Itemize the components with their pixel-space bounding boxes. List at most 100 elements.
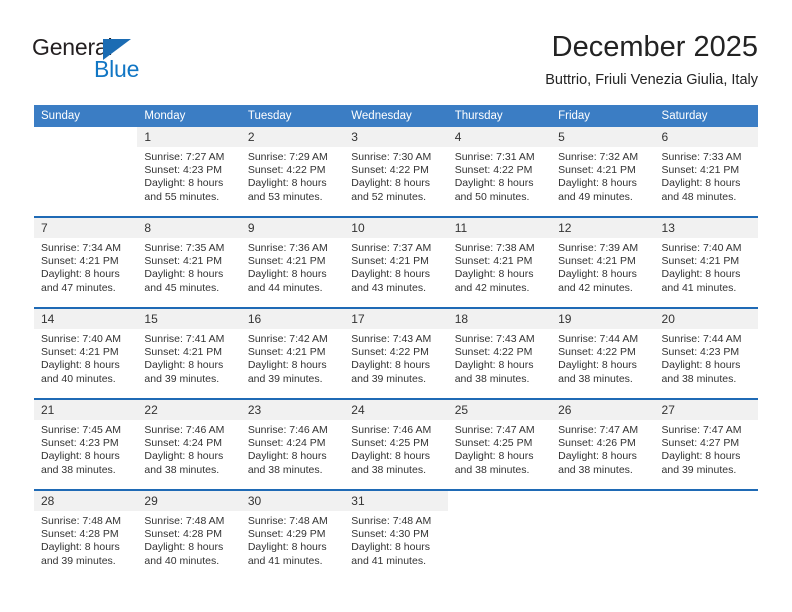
- day-detail-cell[interactable]: Sunrise: 7:38 AM Sunset: 4:21 PM Daylight:…: [447, 238, 552, 307]
- day-detail-line: Sunset: 4:21 PM: [41, 346, 119, 359]
- day-detail-cell[interactable]: Sunrise: 7:43 AM Sunset: 4:22 PM Daylight:…: [447, 329, 552, 398]
- day-detail-cell[interactable]: Sunrise: 7:30 AM Sunset: 4:22 PM Daylight:…: [344, 147, 448, 216]
- day-detail-cell[interactable]: Sunrise: 7:31 AM Sunset: 4:22 PM Daylight:…: [447, 147, 552, 216]
- day-number-cell[interactable]: 7: [34, 218, 138, 238]
- day-number-cell[interactable]: 3: [344, 127, 448, 147]
- day-number-cell[interactable]: 22: [137, 400, 241, 420]
- day-detail-cell[interactable]: Sunrise: 7:48 AM Sunset: 4:30 PM Daylight:…: [344, 511, 448, 580]
- day-number-cell[interactable]: 19: [551, 309, 655, 329]
- day-number-cell[interactable]: 30: [240, 491, 345, 511]
- day-detail-line: and 38 minutes.: [144, 463, 220, 476]
- day-detail-cell[interactable]: Sunrise: 7:47 AM Sunset: 4:25 PM Daylight:…: [447, 420, 552, 489]
- day-number-cell[interactable]: 24: [344, 400, 448, 420]
- day-detail-cell[interactable]: Sunrise: 7:46 AM Sunset: 4:24 PM Daylight:…: [240, 420, 345, 489]
- day-detail-cell[interactable]: Sunrise: 7:44 AM Sunset: 4:23 PM Daylight:…: [654, 329, 758, 398]
- day-detail-cell[interactable]: Sunrise: 7:32 AM Sunset: 4:21 PM Daylight:…: [551, 147, 655, 216]
- day-detail-line: Daylight: 8 hours: [144, 450, 224, 463]
- day-detail-line: and 43 minutes.: [351, 281, 426, 294]
- day-number-cell[interactable]: 11: [447, 218, 552, 238]
- day-detail-row: Sunrise: 7:45 AM Sunset: 4:23 PM Daylight:…: [34, 420, 758, 489]
- day-detail-line: and 38 minutes.: [247, 463, 323, 476]
- day-detail-cell[interactable]: Sunrise: 7:47 AM Sunset: 4:26 PM Daylight:…: [551, 420, 655, 489]
- day-detail-cell[interactable]: Sunrise: 7:41 AM Sunset: 4:21 PM Daylight:…: [137, 329, 241, 398]
- day-detail-line: Sunrise: 7:46 AM: [351, 424, 432, 436]
- day-number-cell[interactable]: 28: [34, 491, 138, 511]
- day-detail-cell[interactable]: Sunrise: 7:29 AM Sunset: 4:22 PM Daylight:…: [240, 147, 345, 216]
- day-detail-line: and 38 minutes.: [661, 372, 737, 385]
- day-number-cell[interactable]: 4: [447, 127, 552, 147]
- day-detail-cell[interactable]: Sunrise: 7:42 AM Sunset: 4:21 PM Daylight:…: [240, 329, 345, 398]
- logo-text-blue: Blue: [94, 56, 140, 82]
- day-number-cell[interactable]: 25: [447, 400, 552, 420]
- day-number-cell-empty: [34, 127, 138, 147]
- day-detail-line: Sunrise: 7:47 AM: [558, 424, 639, 436]
- day-number-cell[interactable]: 21: [34, 400, 138, 420]
- day-detail-cell[interactable]: Sunrise: 7:48 AM Sunset: 4:29 PM Daylight:…: [240, 511, 345, 580]
- day-detail-cell[interactable]: Sunrise: 7:47 AM Sunset: 4:27 PM Daylight:…: [654, 420, 758, 489]
- day-number-cell[interactable]: 5: [551, 127, 655, 147]
- day-detail-line: and 39 minutes.: [144, 372, 220, 385]
- day-detail-cell[interactable]: Sunrise: 7:48 AM Sunset: 4:28 PM Daylight:…: [34, 511, 138, 580]
- day-detail-line: and 44 minutes.: [247, 281, 323, 294]
- day-detail-line: Daylight: 8 hours: [41, 268, 120, 281]
- day-number-cell[interactable]: 12: [551, 218, 655, 238]
- day-detail-cell[interactable]: Sunrise: 7:44 AM Sunset: 4:22 PM Daylight:…: [551, 329, 655, 398]
- day-detail-line: and 38 minutes.: [454, 463, 530, 476]
- day-detail-row: Sunrise: 7:27 AM Sunset: 4:23 PM Daylight:…: [34, 147, 758, 216]
- day-detail-cell[interactable]: Sunrise: 7:40 AM Sunset: 4:21 PM Daylight:…: [34, 329, 138, 398]
- day-detail-line: Daylight: 8 hours: [661, 450, 741, 463]
- day-detail-line: and 41 minutes.: [247, 554, 323, 567]
- day-number-cell[interactable]: 10: [344, 218, 448, 238]
- day-number-cell[interactable]: 20: [654, 309, 758, 329]
- day-number-cell[interactable]: 16: [240, 309, 345, 329]
- day-number-cell[interactable]: 27: [654, 400, 758, 420]
- day-detail-cell[interactable]: Sunrise: 7:46 AM Sunset: 4:25 PM Daylight:…: [344, 420, 448, 489]
- day-number-cell[interactable]: 17: [344, 309, 448, 329]
- day-number-cell[interactable]: 8: [137, 218, 241, 238]
- day-detail-line: Sunrise: 7:32 AM: [558, 151, 639, 163]
- day-number-cell[interactable]: 15: [137, 309, 241, 329]
- day-detail-line: Sunrise: 7:48 AM: [351, 515, 432, 527]
- day-detail-cell[interactable]: Sunrise: 7:48 AM Sunset: 4:28 PM Daylight:…: [137, 511, 241, 580]
- day-number-cell[interactable]: 23: [240, 400, 345, 420]
- day-detail-line: Sunset: 4:21 PM: [247, 255, 326, 268]
- day-detail-cell[interactable]: Sunrise: 7:40 AM Sunset: 4:21 PM Daylight:…: [654, 238, 758, 307]
- day-detail-cell[interactable]: Sunrise: 7:27 AM Sunset: 4:23 PM Daylight:…: [137, 147, 241, 216]
- day-detail-cell[interactable]: Sunrise: 7:34 AM Sunset: 4:21 PM Daylight:…: [34, 238, 138, 307]
- day-number-cell[interactable]: 13: [654, 218, 758, 238]
- day-number-cell[interactable]: 1: [137, 127, 241, 147]
- day-detail-line: Daylight: 8 hours: [144, 359, 224, 372]
- day-detail-line: Sunset: 4:25 PM: [454, 437, 533, 450]
- day-detail-cell[interactable]: Sunrise: 7:36 AM Sunset: 4:21 PM Daylight:…: [240, 238, 345, 307]
- day-number-cell[interactable]: 29: [137, 491, 241, 511]
- day-number-cell[interactable]: 31: [344, 491, 448, 511]
- day-number-cell-empty: [447, 491, 552, 511]
- weekday-header-friday: Friday: [551, 105, 655, 127]
- day-detail-cell[interactable]: Sunrise: 7:37 AM Sunset: 4:21 PM Daylight:…: [344, 238, 448, 307]
- day-detail-line: and 38 minutes.: [41, 463, 116, 476]
- day-number-cell[interactable]: 6: [654, 127, 758, 147]
- day-detail-line: Daylight: 8 hours: [351, 541, 431, 554]
- calendar-body: 1 2 3 4 5 6 Sunrise: 7:27 AM Sunset: 4:23 PM Day…: [34, 127, 758, 580]
- day-number-cell[interactable]: 18: [447, 309, 552, 329]
- day-detail-cell[interactable]: Sunrise: 7:45 AM Sunset: 4:23 PM Daylight:…: [34, 420, 138, 489]
- day-detail-line: Sunset: 4:21 PM: [144, 255, 223, 268]
- day-detail-cell[interactable]: Sunrise: 7:35 AM Sunset: 4:21 PM Daylight:…: [137, 238, 241, 307]
- day-number-cell[interactable]: 26: [551, 400, 655, 420]
- day-detail-line: Daylight: 8 hours: [558, 359, 637, 372]
- day-detail-cell[interactable]: Sunrise: 7:39 AM Sunset: 4:21 PM Daylight:…: [551, 238, 655, 307]
- day-detail-line: Daylight: 8 hours: [247, 450, 327, 463]
- day-detail-line: Sunset: 4:26 PM: [558, 437, 636, 450]
- day-detail-cell[interactable]: Sunrise: 7:43 AM Sunset: 4:22 PM Daylight:…: [344, 329, 448, 398]
- day-detail-line: Daylight: 8 hours: [351, 359, 431, 372]
- day-number-cell[interactable]: 2: [240, 127, 345, 147]
- page-title: December 2025: [551, 31, 758, 63]
- day-detail-line: Sunrise: 7:40 AM: [41, 333, 121, 345]
- day-detail-cell[interactable]: Sunrise: 7:33 AM Sunset: 4:21 PM Daylight:…: [654, 147, 758, 216]
- day-detail-line: Sunrise: 7:44 AM: [558, 333, 639, 345]
- day-number-cell[interactable]: 9: [240, 218, 345, 238]
- day-number-cell[interactable]: 14: [34, 309, 138, 329]
- day-detail-cell[interactable]: Sunrise: 7:46 AM Sunset: 4:24 PM Daylight:…: [137, 420, 241, 489]
- day-detail-line: Sunset: 4:23 PM: [41, 437, 119, 450]
- day-detail-line: and 53 minutes.: [247, 190, 323, 203]
